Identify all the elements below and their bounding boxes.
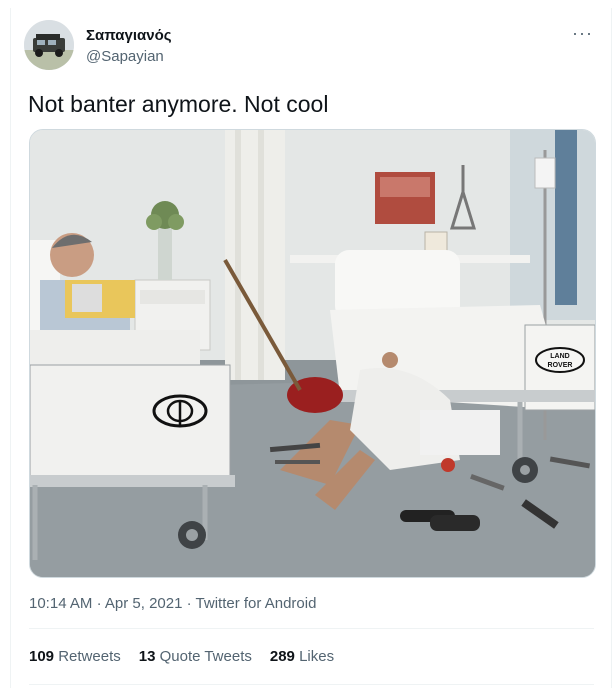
tweet-meta: 10:14 AM · Apr 5, 2021 · Twitter for And… bbox=[29, 595, 316, 612]
quote-tweets-stat[interactable]: 13 Quote Tweets bbox=[139, 648, 252, 665]
hospital-room-image: LAND ROVER bbox=[30, 130, 595, 577]
likes-stat[interactable]: 289 Likes bbox=[270, 648, 334, 665]
display-name[interactable]: Σαπαγιανός bbox=[86, 27, 172, 44]
meta-separator: · bbox=[96, 595, 102, 612]
tweet-stats: 109 Retweets 13 Quote Tweets 289 Likes bbox=[29, 648, 334, 665]
avatar-car-image bbox=[24, 20, 74, 70]
land-rover-logo-line1: LAND bbox=[550, 353, 569, 360]
more-options-icon[interactable]: ··· bbox=[572, 23, 593, 44]
user-handle[interactable]: @Sapayian bbox=[86, 48, 164, 65]
retweets-stat[interactable]: 109 Retweets bbox=[29, 648, 121, 665]
tweet-text: Not banter anymore. Not cool bbox=[28, 91, 329, 117]
tweet-time[interactable]: 10:14 AM bbox=[29, 595, 92, 612]
tweet-client[interactable]: Twitter for Android bbox=[196, 595, 317, 612]
land-rover-logo-line2: ROVER bbox=[548, 362, 573, 369]
likes-label: Likes bbox=[299, 648, 335, 665]
divider bbox=[29, 684, 594, 685]
likes-count: 289 bbox=[269, 648, 295, 665]
divider bbox=[29, 628, 594, 629]
quote-tweets-label: Quote Tweets bbox=[159, 648, 252, 665]
tweet-date[interactable]: Apr 5, 2021 bbox=[105, 595, 183, 612]
retweets-label: Retweets bbox=[58, 648, 121, 665]
meta-separator: · bbox=[186, 595, 192, 612]
avatar[interactable] bbox=[24, 20, 74, 70]
retweets-count: 109 bbox=[29, 648, 55, 665]
tweet-media[interactable]: LAND ROVER bbox=[29, 129, 596, 578]
quote-tweets-count: 13 bbox=[138, 648, 156, 665]
